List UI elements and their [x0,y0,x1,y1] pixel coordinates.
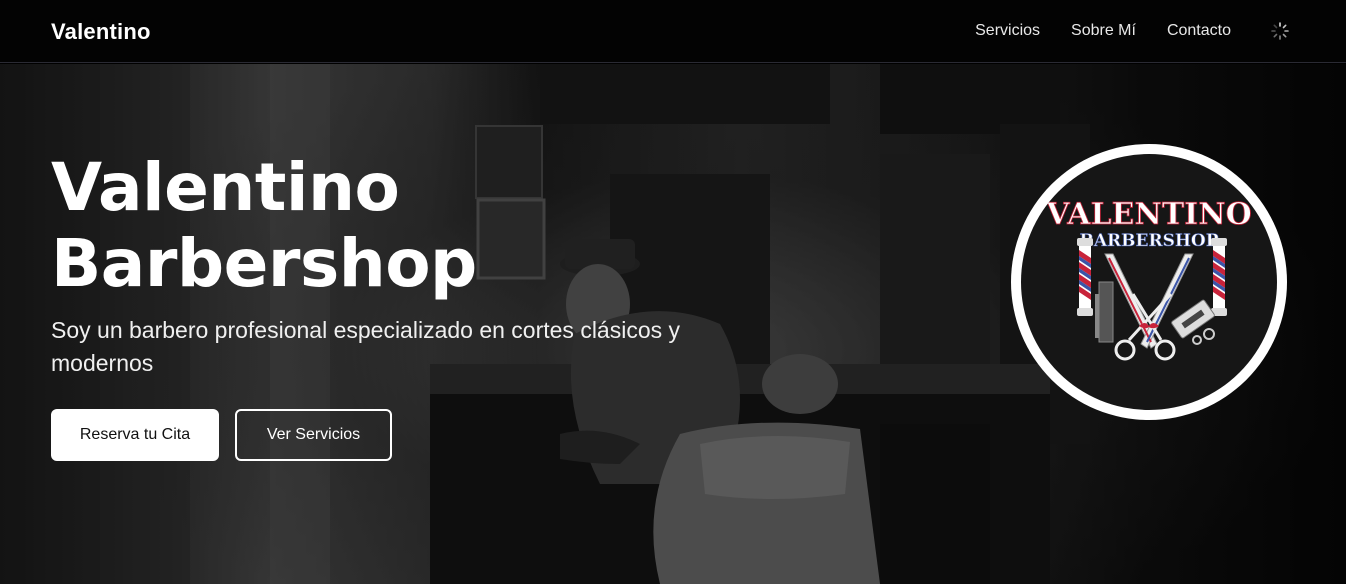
logo-artwork: VALENTINO BARBERSHOP [1045,197,1252,361]
nav-links: Servicios Sobre Mí Contacto [975,22,1231,40]
barber-pole-icon [1077,238,1093,316]
view-services-button[interactable]: Ver Servicios [235,409,392,461]
razor-blade-icon [1171,299,1215,339]
hero-subtitle: Soy un barbero profesional especializado… [51,317,681,376]
hero-section: Valentino Barbershop Soy un barbero prof… [0,64,1346,584]
comb-icon [1095,281,1114,343]
nav-link-sobre-mi[interactable]: Sobre Mí [1071,22,1136,40]
brand-logo-link[interactable]: Valentino [51,19,151,45]
spinner-icon [1271,22,1289,40]
book-appointment-button[interactable]: Reserva tu Cita [51,409,219,461]
logo-badge: VALENTINO BARBERSHOP [1021,154,1277,410]
hero-title: Valentino Barbershop [51,150,751,302]
logo-name-text: VALENTINO [1045,197,1252,232]
hero-title-line1: Valentino [51,149,400,226]
hero-title-line2: Barbershop [51,225,477,302]
nav-link-servicios[interactable]: Servicios [975,22,1040,40]
barbershop-logo: VALENTINO BARBERSHOP [1011,144,1287,420]
logo-tagline-text: BARBERSHOP [1079,231,1218,251]
barber-pole-icon [1211,238,1227,316]
nav-link-contacto[interactable]: Contacto [1167,22,1231,40]
navbar: Valentino Servicios Sobre Mí Contacto [0,0,1346,63]
